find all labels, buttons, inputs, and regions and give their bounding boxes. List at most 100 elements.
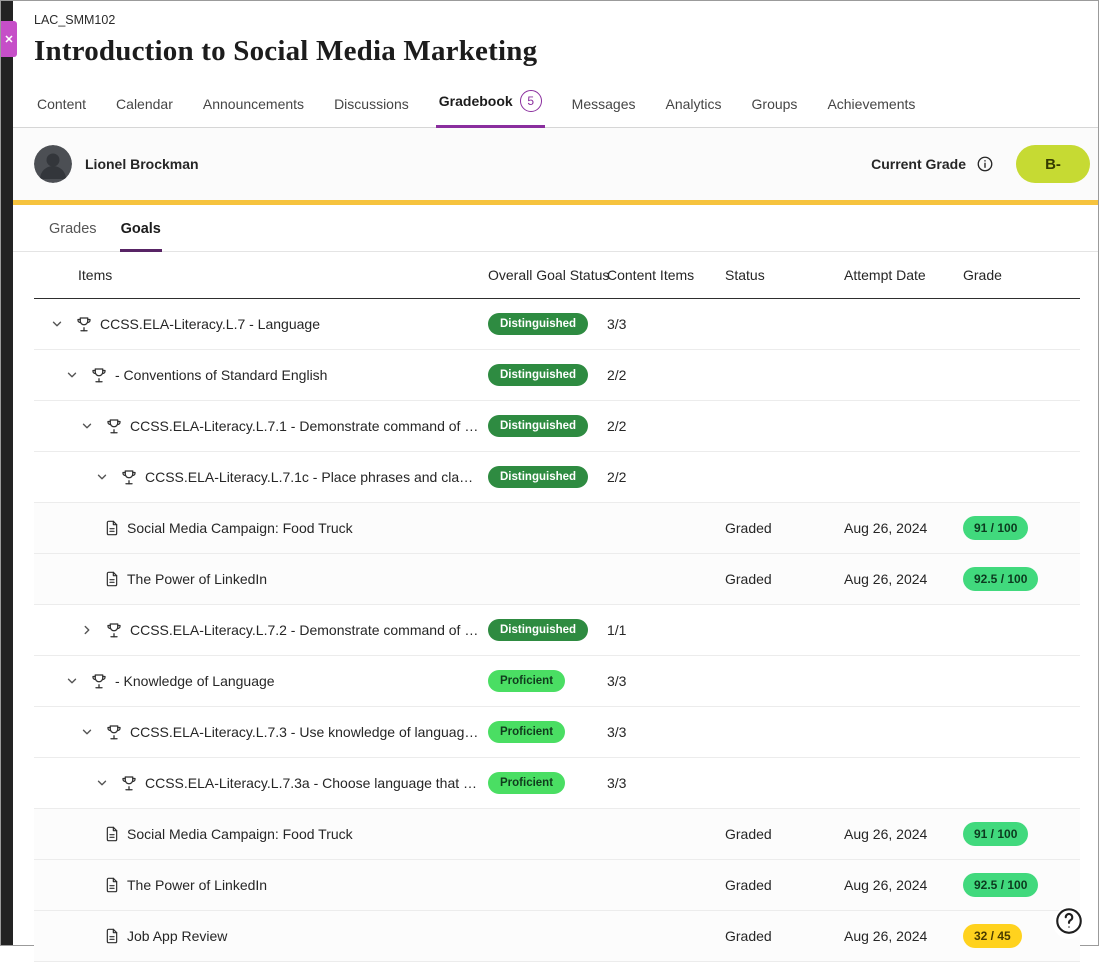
item-row[interactable]: Job App Review Graded Aug 26, 2024 32 / … [34, 911, 1080, 962]
document-icon [104, 877, 120, 893]
info-icon[interactable] [976, 155, 994, 173]
goals-table: ItemsOverall Goal StatusContent ItemsSta… [34, 252, 1080, 962]
goal-row[interactable]: CCSS.ELA-Literacy.L.7 - Language Disting… [34, 299, 1080, 350]
item-status: Graded [725, 877, 844, 893]
course-nav: Content Calendar Announcements Discussio… [13, 68, 1098, 128]
attempt-date: Aug 26, 2024 [844, 877, 963, 893]
tab-achievements[interactable]: Achievements [824, 88, 918, 128]
item-row[interactable]: Social Media Campaign: Food Truck Graded… [34, 809, 1080, 860]
chevron-down-icon[interactable] [91, 772, 113, 794]
content-items-count: 3/3 [607, 724, 725, 740]
goal-row[interactable]: CCSS.ELA-Literacy.L.7.1c - Place phrases… [34, 452, 1080, 503]
goal-icon [120, 468, 138, 486]
tab-analytics[interactable]: Analytics [662, 88, 724, 128]
goal-row[interactable]: CCSS.ELA-Literacy.L.7.3a - Choose langua… [34, 758, 1080, 809]
content-items-count: 3/3 [607, 316, 725, 332]
item-status: Graded [725, 928, 844, 944]
table-header: ItemsOverall Goal StatusContent ItemsSta… [34, 252, 1080, 299]
content-items-count: 2/2 [607, 469, 725, 485]
tab-discussions[interactable]: Discussions [331, 88, 412, 128]
tab-label: Achievements [827, 96, 915, 112]
tab-label: Analytics [665, 96, 721, 112]
goal-label: CCSS.ELA-Literacy.L.7.3 - Use knowledge … [130, 724, 488, 740]
item-status: Graded [725, 826, 844, 842]
chevron-down-icon[interactable] [76, 415, 98, 437]
tab-announcements[interactable]: Announcements [200, 88, 307, 128]
course-header: LAC_SMM102 Introduction to Social Media … [13, 1, 1098, 68]
subtab-grades[interactable]: Grades [48, 205, 98, 252]
attempt-date: Aug 26, 2024 [844, 928, 963, 944]
document-icon [104, 826, 120, 842]
goal-label: CCSS.ELA-Literacy.L.7.1 - Demonstrate co… [130, 418, 488, 434]
goal-icon [105, 417, 123, 435]
goal-label: CCSS.ELA-Literacy.L.7.1c - Place phrases… [145, 469, 488, 485]
attempt-date: Aug 26, 2024 [844, 571, 963, 587]
goal-icon [90, 366, 108, 384]
tab-label: Groups [752, 96, 798, 112]
tab-messages[interactable]: Messages [569, 88, 639, 128]
column-header: Items [34, 267, 488, 283]
item-row[interactable]: The Power of LinkedIn Graded Aug 26, 202… [34, 554, 1080, 605]
column-header: Grade [963, 267, 1082, 283]
tab-groups[interactable]: Groups [749, 88, 801, 128]
goal-row[interactable]: CCSS.ELA-Literacy.L.7.2 - Demonstrate co… [34, 605, 1080, 656]
tab-gradebook[interactable]: Gradebook 5 [436, 82, 545, 128]
goal-row[interactable]: - Conventions of Standard English Distin… [34, 350, 1080, 401]
goals-table-body: CCSS.ELA-Literacy.L.7 - Language Disting… [34, 299, 1080, 962]
chevron-down-icon[interactable] [91, 466, 113, 488]
goal-status-badge: Distinguished [488, 415, 588, 437]
column-header: Overall Goal Status [488, 267, 607, 283]
page-title: Introduction to Social Media Marketing [34, 35, 1080, 68]
item-label: Social Media Campaign: Food Truck [127, 826, 361, 842]
item-status: Graded [725, 520, 844, 536]
goal-status-badge: Proficient [488, 670, 565, 692]
tab-label: Announcements [203, 96, 304, 112]
goal-icon [75, 315, 93, 333]
current-grade-pill: B- [1016, 145, 1090, 183]
gradebook-subtabs: Grades Goals [13, 205, 1098, 252]
grade-pill: 91 / 100 [963, 516, 1028, 540]
grade-pill: 32 / 45 [963, 924, 1022, 948]
goal-row[interactable]: - Knowledge of Language Proficient 3/3 [34, 656, 1080, 707]
chevron-down-icon[interactable] [76, 721, 98, 743]
close-course-peek-button[interactable]: ✕ [1, 21, 17, 57]
tab-label: Gradebook [439, 93, 513, 109]
grade-pill: 92.5 / 100 [963, 873, 1038, 897]
goal-row[interactable]: CCSS.ELA-Literacy.L.7.1 - Demonstrate co… [34, 401, 1080, 452]
tab-label: Calendar [116, 96, 173, 112]
column-header: Status [725, 267, 844, 283]
document-icon [104, 520, 120, 536]
chevron-down-icon[interactable] [61, 364, 83, 386]
help-icon [1054, 906, 1084, 941]
grade-pill: 92.5 / 100 [963, 567, 1038, 591]
chevron-down-icon[interactable] [46, 313, 68, 335]
student-bar: Lionel Brockman Current Grade B- [13, 128, 1098, 200]
tab-label: Content [37, 96, 86, 112]
tab-content[interactable]: Content [34, 88, 89, 128]
document-icon [104, 928, 120, 944]
chevron-down-icon[interactable] [61, 670, 83, 692]
tab-calendar[interactable]: Calendar [113, 88, 176, 128]
help-button[interactable] [1053, 907, 1085, 939]
collapsed-sidebar: ✕ [1, 1, 13, 945]
attempt-date: Aug 26, 2024 [844, 520, 963, 536]
goal-row[interactable]: CCSS.ELA-Literacy.L.7.3 - Use knowledge … [34, 707, 1080, 758]
content-items-count: 3/3 [607, 673, 725, 689]
tab-label: Messages [572, 96, 636, 112]
current-grade-group: Current Grade B- [871, 145, 1090, 183]
item-row[interactable]: Social Media Campaign: Food Truck Graded… [34, 503, 1080, 554]
goal-status-badge: Distinguished [488, 466, 588, 488]
tab-count-badge: 5 [520, 90, 542, 112]
item-status: Graded [725, 571, 844, 587]
goal-status-badge: Distinguished [488, 313, 588, 335]
grade-pill: 91 / 100 [963, 822, 1028, 846]
subtab-goals[interactable]: Goals [120, 205, 162, 252]
current-grade-label: Current Grade [871, 156, 966, 172]
column-header: Content Items [607, 267, 725, 283]
goal-label: CCSS.ELA-Literacy.L.7.3a - Choose langua… [145, 775, 488, 791]
item-row[interactable]: The Power of LinkedIn Graded Aug 26, 202… [34, 860, 1080, 911]
chevron-right-icon[interactable] [76, 619, 98, 641]
item-label: Social Media Campaign: Food Truck [127, 520, 361, 536]
goal-label: - Knowledge of Language [115, 673, 283, 689]
content-items-count: 2/2 [607, 418, 725, 434]
